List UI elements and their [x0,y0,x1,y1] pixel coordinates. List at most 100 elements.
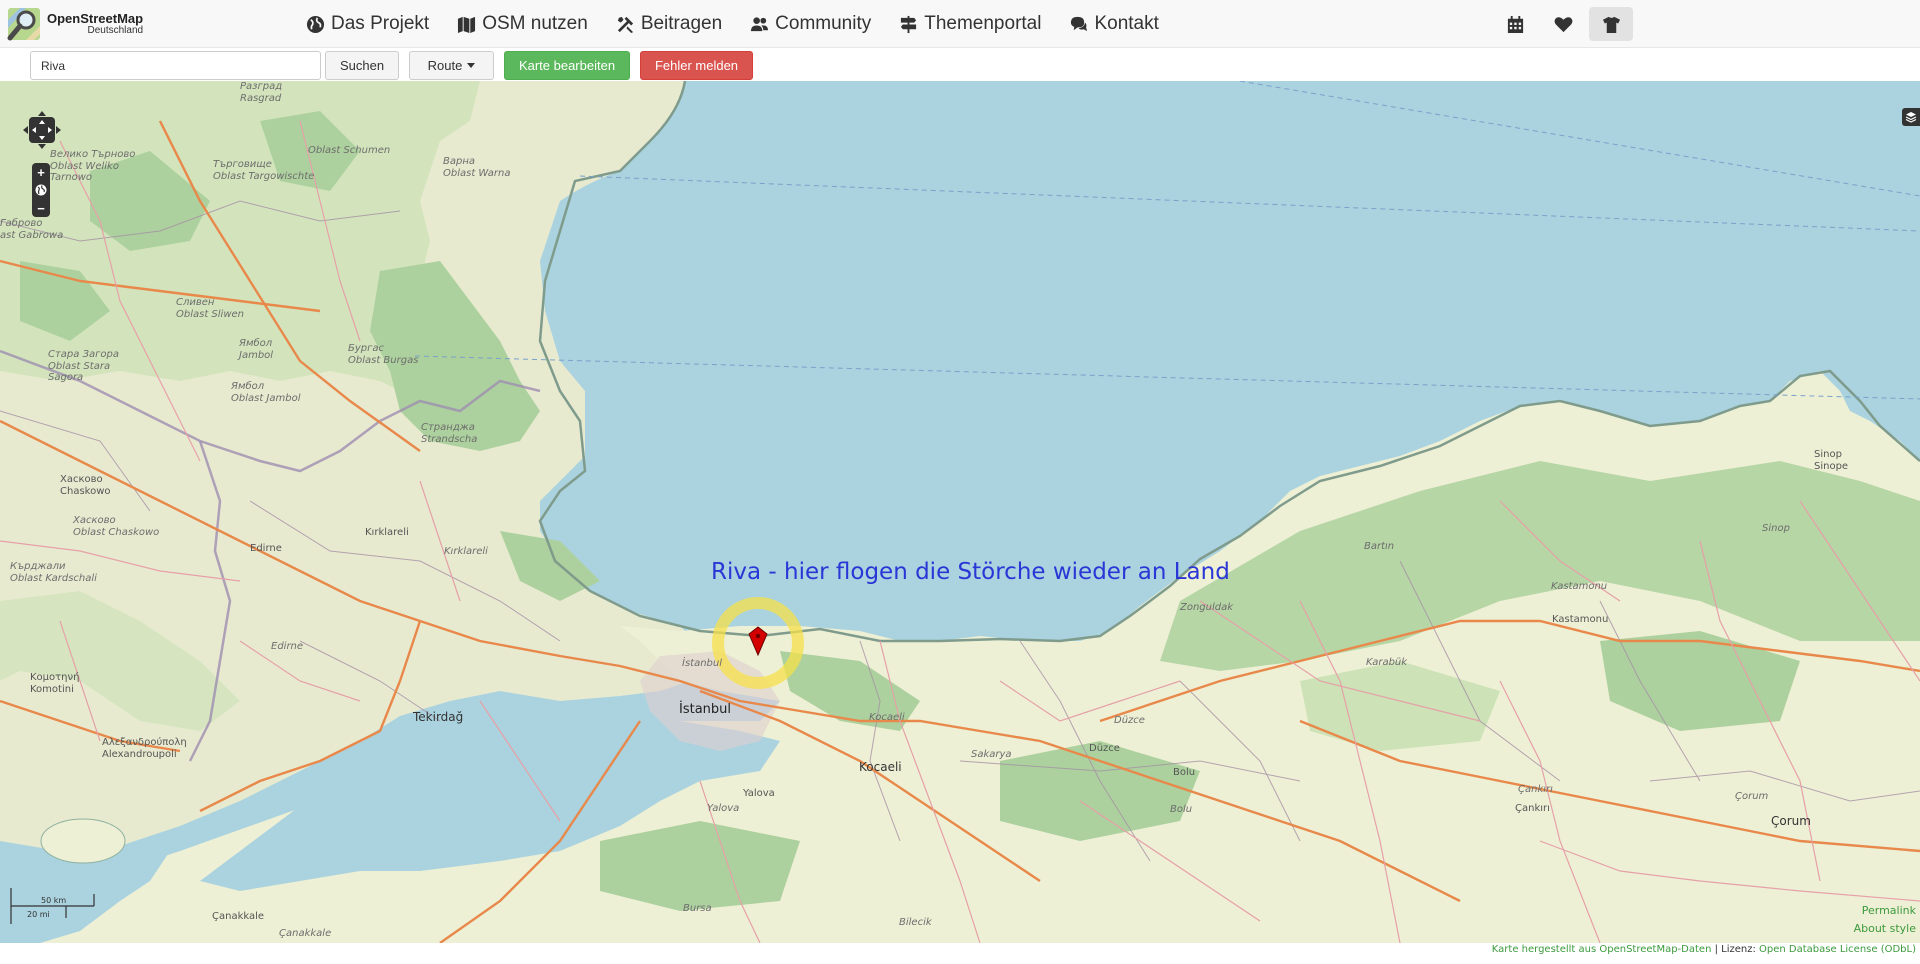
right-nav [1493,7,1637,41]
map-label: Düzce [1114,715,1145,726]
map-label: Bilecik [899,917,932,928]
pan-control[interactable] [23,111,61,149]
comments-icon [1071,16,1088,31]
map-label: Çorum [1771,814,1811,828]
map-canvas[interactable]: Разград Rasgrad Търговище Oblast Targowisc… [0,81,1920,943]
map-label: Странджа Strandscha [421,422,478,445]
layers-icon [1905,112,1917,123]
map-label: Düzce [1089,743,1120,754]
calendar-button[interactable] [1493,7,1537,41]
route-label: Route [427,58,463,73]
map-label: Sakarya [971,749,1012,760]
map-label: Tekirdağ [413,710,464,724]
map-label: Kırklareli [365,527,409,538]
scale-mi: 20 mi [27,910,50,919]
search-input[interactable] [30,51,321,80]
scale-bar-lines [10,888,95,924]
nav-label: OSM nutzen [482,13,588,34]
globe-icon [306,15,325,33]
footer: Karte hergestellt aus OpenStreetMap-Date… [0,943,1920,964]
map-label: Разград Rasgrad [240,81,283,104]
map-label: Kastamonu [1552,614,1609,625]
map-label: Bolu [1170,804,1193,815]
top-navbar: OpenStreetMap Deutschland Das Projekt OS… [0,0,1920,48]
zoom-out-button[interactable]: − [32,199,50,217]
nav-label: Kontakt [1094,13,1159,34]
map-label: Бургас Oblast Burgas [348,343,419,366]
scale-bar: 50 km 20 mi [10,888,100,924]
logo-title: OpenStreetMap [47,10,144,26]
shop-button[interactable] [1589,7,1633,41]
map-label: Yalova [707,803,740,814]
map-label: Αλεξανδρούπολη Alexandroupoli [102,737,187,760]
map-label: Търговище Oblast Targowischte [213,159,315,182]
map-label: İstanbul [679,702,732,717]
tools-icon [617,16,633,33]
map-label: Bursa [683,903,712,914]
map-label: Çankırı [1515,803,1550,814]
zoom-in-button[interactable]: + [32,163,50,181]
logo-subtitle: Deutschland [87,24,144,36]
map-label: Kocaeli [859,760,902,774]
map-label: Стара Загора Oblast Stara Sagora [48,349,119,383]
map-label: Bartın [1364,541,1395,552]
nav-kontakt[interactable]: Kontakt [1055,0,1172,48]
map-label: Варна Oblast Warna [443,156,511,179]
nav-label: Beitragen [640,13,723,34]
osm-logo[interactable]: OpenStreetMap Deutschland [6,4,146,44]
map-label: Kırklareli [444,546,488,557]
search-button[interactable]: Suchen [325,51,399,80]
scale-km: 50 km [41,896,67,905]
zoom-control: + − [32,163,50,217]
map-label: Кърджали Oblast Kardschali [10,561,97,584]
nav-das-projekt[interactable]: Das Projekt [292,0,443,48]
map-label: Sinop [1762,523,1790,534]
map-label: Kastamonu [1551,581,1608,592]
zoom-world-button[interactable] [32,181,50,199]
heart-icon [1554,16,1572,32]
globe-icon [35,184,47,196]
report-error-button[interactable]: Fehler melden [640,51,753,80]
map-label: Габрово ast Gabrowa [0,218,64,241]
edit-map-button[interactable]: Karte bearbeiten [504,51,630,80]
permalink-link[interactable]: Permalink [1854,902,1916,920]
permalink-links: Permalink About style [1854,902,1916,937]
about-style-link[interactable]: About style [1854,920,1916,938]
map-label: Yalova [743,788,775,799]
map-label: Çorum [1735,791,1769,802]
map-label: Sinop Sinope [1814,449,1849,472]
nav-beitragen[interactable]: Beitragen [602,0,736,48]
nav-themenportal[interactable]: Themenportal [885,0,1055,48]
signpost-icon [901,15,917,33]
map-label: Edirne [271,641,304,652]
search-toolbar: Suchen Route Karte bearbeiten Fehler mel… [0,48,1920,81]
license-separator: | Lizenz: [1711,944,1760,955]
nav-label: Themenportal [924,13,1042,34]
donate-button[interactable] [1541,7,1585,41]
map-label: Edirne [250,543,282,554]
map-label: Ямбол Oblast Jambol [231,381,301,404]
map-annotation-text: Riva - hier flogen die Störche wieder an… [711,559,1230,585]
credit-link[interactable]: Karte hergestellt aus OpenStreetMap-Date… [1492,944,1712,955]
tshirt-icon [1602,16,1620,33]
map-label: Çanakkale [279,928,332,939]
layer-switcher-button[interactable] [1902,108,1920,126]
map-label: İstanbul [682,658,723,669]
nav-osm-nutzen[interactable]: OSM nutzen [443,0,602,48]
magnifier-map-icon [7,8,40,41]
users-icon [751,16,769,31]
nav-community[interactable]: Community [736,0,885,48]
map-label: Oblast Schumen [308,145,391,156]
nav-label: Community [775,13,872,34]
route-dropdown-button[interactable]: Route [409,51,494,80]
map-label: Хасково Oblast Chaskowo [73,515,160,538]
map-label: Сливен Oblast Sliwen [176,297,245,320]
map-label: Çanakkale [212,911,265,922]
map-label: Çankırı [1518,784,1553,795]
map-label: Karabük [1366,657,1408,668]
map-label: Велико Търново Oblast Weliko Tarnowo [50,149,136,183]
map-label: Ямбол Jambol [239,338,274,361]
map-icon [458,16,476,33]
nav-label: Das Projekt [331,13,430,34]
license-link[interactable]: Open Database License (ODbL) [1759,944,1916,955]
